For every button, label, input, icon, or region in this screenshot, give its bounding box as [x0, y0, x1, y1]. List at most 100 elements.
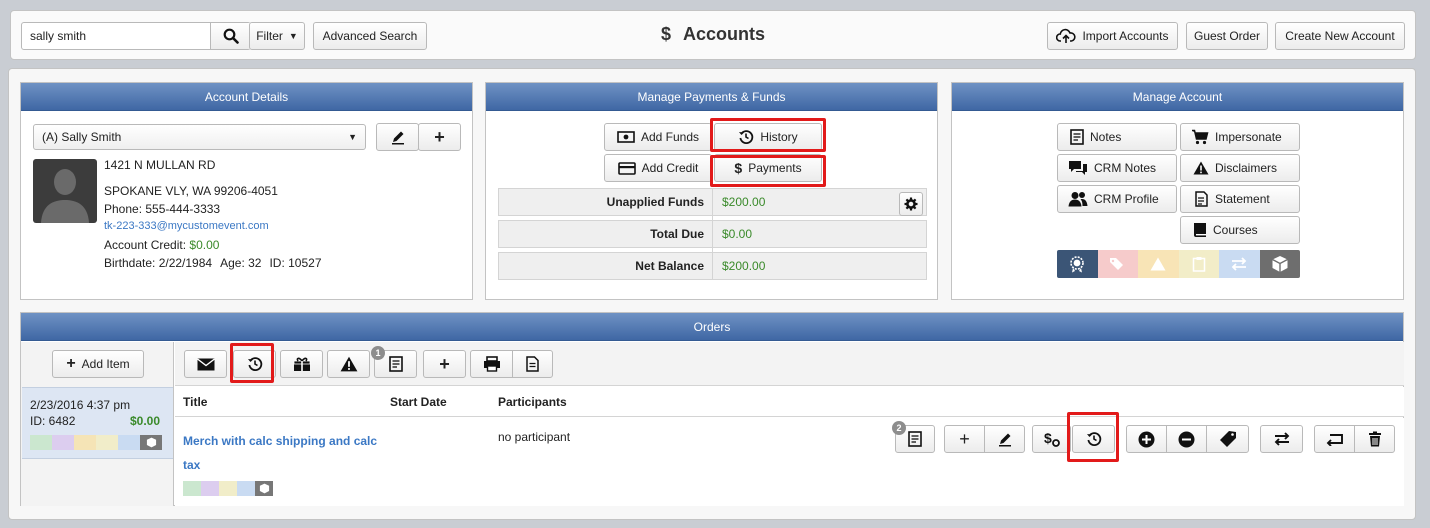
status-tags[interactable]: [1097, 250, 1138, 278]
account-details-header: Account Details: [21, 83, 472, 111]
status-box[interactable]: [1259, 250, 1300, 278]
filter-label: Filter: [256, 29, 283, 43]
item-increase-button[interactable]: [1126, 425, 1167, 453]
credit-card-icon: [617, 161, 636, 175]
print-button[interactable]: [470, 350, 513, 378]
disclaimers-button[interactable]: Disclaimers: [1180, 154, 1300, 182]
order-history-button[interactable]: [233, 350, 276, 378]
search-button[interactable]: [210, 23, 250, 49]
add-credit-button[interactable]: Add Credit: [604, 154, 712, 182]
address-line2: SPOKANE VLY, WA 99206-4051: [104, 184, 278, 198]
orders-panel: Orders + Add Item 2/23/2016 4:37 pm ID: …: [20, 312, 1404, 506]
courses-button[interactable]: Courses: [1180, 216, 1300, 244]
statement-button[interactable]: Statement: [1180, 185, 1300, 213]
caret-down-icon: ▼: [348, 132, 357, 142]
item-history-button[interactable]: [1072, 425, 1115, 453]
item-delete-button[interactable]: [1354, 425, 1395, 453]
printer-icon: [483, 356, 500, 372]
column-title: Title: [183, 395, 208, 409]
book-icon: [1194, 223, 1206, 237]
cart-icon: [1192, 129, 1209, 145]
svg-text:$: $: [1044, 430, 1052, 446]
net-balance-label: Net Balance: [635, 259, 704, 273]
add-credit-label: Add Credit: [641, 161, 699, 175]
account-details-panel: Account Details (A) Sally Smith ▼ + 1421…: [20, 82, 473, 300]
address-line1: 1421 N MULLAN RD: [104, 158, 216, 172]
gift-button[interactable]: [280, 350, 323, 378]
age: Age: 32: [220, 256, 262, 270]
advanced-search-label: Advanced Search: [322, 29, 418, 43]
trash-icon: [1368, 431, 1381, 447]
item-return-button[interactable]: [1314, 425, 1355, 453]
impersonate-button[interactable]: Impersonate: [1180, 123, 1300, 151]
phone: Phone: 555-444-3333: [104, 202, 221, 216]
crm-profile-label: CRM Profile: [1094, 192, 1159, 206]
import-accounts-button[interactable]: Import Accounts: [1047, 22, 1178, 50]
add-item-label: Add Item: [81, 357, 130, 371]
status-award: [52, 435, 74, 450]
edit-account-button[interactable]: [376, 123, 419, 151]
order-entry[interactable]: 2/23/2016 4:37 pm ID: 6482 $0.00: [22, 387, 173, 459]
dollar-icon: $: [661, 24, 672, 44]
item-title-link[interactable]: Merch with calc shipping and calc tax: [183, 429, 377, 477]
status-clipboard[interactable]: [1178, 250, 1219, 278]
account-select[interactable]: (A) Sally Smith ▼: [33, 124, 366, 150]
document-icon: [526, 356, 539, 372]
history-button[interactable]: History: [714, 123, 822, 151]
gear-icon: [904, 197, 918, 211]
status-warning[interactable]: [1138, 250, 1179, 278]
money-icon: [617, 131, 635, 143]
advanced-search-button[interactable]: Advanced Search: [313, 22, 427, 50]
status-exchange: [30, 435, 52, 450]
item-transfer-button[interactable]: [1260, 425, 1303, 453]
status-award[interactable]: [1057, 250, 1098, 278]
courses-label: Courses: [1213, 223, 1258, 237]
birthdate: Birthdate: 2/22/1984: [104, 256, 213, 270]
account-credit-label: Account Credit:: [104, 238, 187, 252]
account-credit-value: $0.00: [189, 238, 220, 252]
document-button[interactable]: [512, 350, 553, 378]
email-link[interactable]: tk-223-333@mycustomevent.com: [104, 220, 269, 232]
impersonate-label: Impersonate: [1215, 130, 1282, 144]
search-input[interactable]: [22, 23, 211, 49]
add-item-button[interactable]: + Add Item: [52, 350, 144, 378]
plus-icon: +: [66, 355, 76, 372]
item-decrease-button[interactable]: [1166, 425, 1207, 453]
notes-count-badge: 1: [371, 346, 385, 360]
pencil-icon: [998, 433, 1011, 447]
crm-profile-button[interactable]: CRM Profile: [1057, 185, 1177, 213]
notes-button[interactable]: Notes: [1057, 123, 1177, 151]
add-account-button[interactable]: +: [418, 123, 461, 151]
history-icon: [739, 130, 754, 144]
email-button[interactable]: [184, 350, 227, 378]
filter-button[interactable]: Filter ▼: [249, 22, 305, 50]
payments-button[interactable]: $ Payments: [714, 154, 822, 182]
status-exchange[interactable]: [1219, 250, 1260, 278]
create-new-account-button[interactable]: Create New Account: [1275, 22, 1405, 50]
caret-down-icon: ▼: [288, 31, 298, 41]
notes-label: Notes: [1090, 130, 1122, 144]
notes-icon: [908, 431, 922, 447]
divider: [712, 220, 713, 280]
status-clipboard: [219, 481, 237, 496]
add-order-button[interactable]: +: [423, 350, 466, 378]
guest-order-button[interactable]: Guest Order: [1186, 22, 1268, 50]
item-add-button[interactable]: +: [944, 425, 985, 453]
item-tag-button[interactable]: [1206, 425, 1249, 453]
import-accounts-label: Import Accounts: [1082, 29, 1169, 43]
item-pricing-button[interactable]: $: [1032, 425, 1071, 453]
search-icon: [223, 28, 239, 44]
item-notes-badge: 2: [892, 421, 906, 435]
item-edit-button[interactable]: [984, 425, 1025, 453]
status-transfer: [118, 435, 140, 450]
add-funds-button[interactable]: Add Funds: [604, 123, 712, 151]
item-title-line1: Merch with calc shipping and calc: [183, 434, 378, 448]
crm-notes-button[interactable]: CRM Notes: [1057, 154, 1177, 182]
plus-icon: +: [434, 126, 445, 147]
net-balance-value: $200.00: [722, 259, 766, 273]
history-icon: [247, 357, 262, 371]
account-id: ID: 10527: [269, 256, 322, 270]
warning-button[interactable]: [327, 350, 370, 378]
exchange-icon: [1231, 257, 1247, 271]
funds-settings-button[interactable]: [899, 192, 923, 216]
